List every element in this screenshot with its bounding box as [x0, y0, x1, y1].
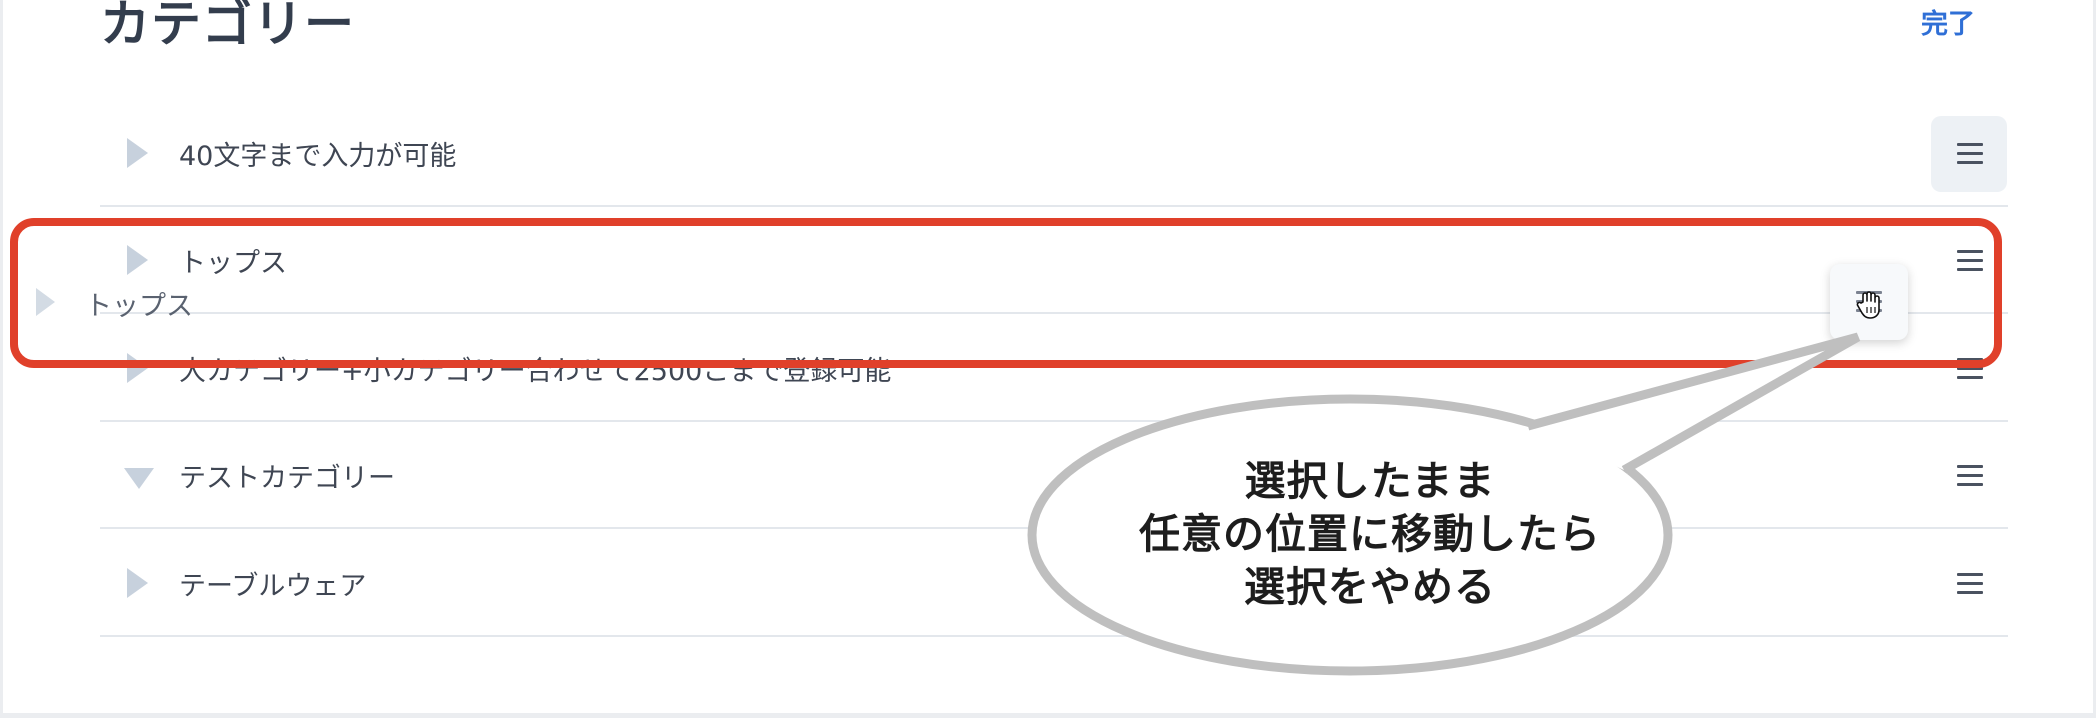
hamburger-icon [1957, 143, 1983, 165]
page-title: カテゴリー [100, 0, 355, 53]
chevron-right-icon[interactable] [127, 138, 148, 168]
drag-handle-button[interactable] [1931, 546, 2007, 622]
category-label: 40文字まで入力が可能 [179, 141, 457, 172]
callout-line: 任意の位置に移動したら [1139, 510, 1601, 558]
done-button[interactable]: 完了 [1921, 2, 1975, 41]
drag-handle-button[interactable] [1931, 438, 2007, 514]
chevron-down-icon[interactable] [124, 468, 154, 489]
callout-text: 選択したまま 任意の位置に移動したら 選択をやめる [1040, 455, 1700, 614]
highlight-frame [10, 218, 2002, 368]
category-label: テストカテゴリー [179, 463, 395, 494]
drag-handle-button[interactable] [1931, 116, 2007, 192]
category-label: テーブルウェア [179, 571, 367, 602]
callout-line: 選択したまま [1244, 457, 1496, 505]
callout-line: 選択をやめる [1244, 563, 1496, 611]
hamburger-icon [1957, 465, 1983, 487]
hamburger-icon [1957, 573, 1983, 595]
category-row[interactable]: 40文字まで入力が可能 [100, 100, 2008, 207]
chevron-right-icon[interactable] [127, 568, 148, 598]
